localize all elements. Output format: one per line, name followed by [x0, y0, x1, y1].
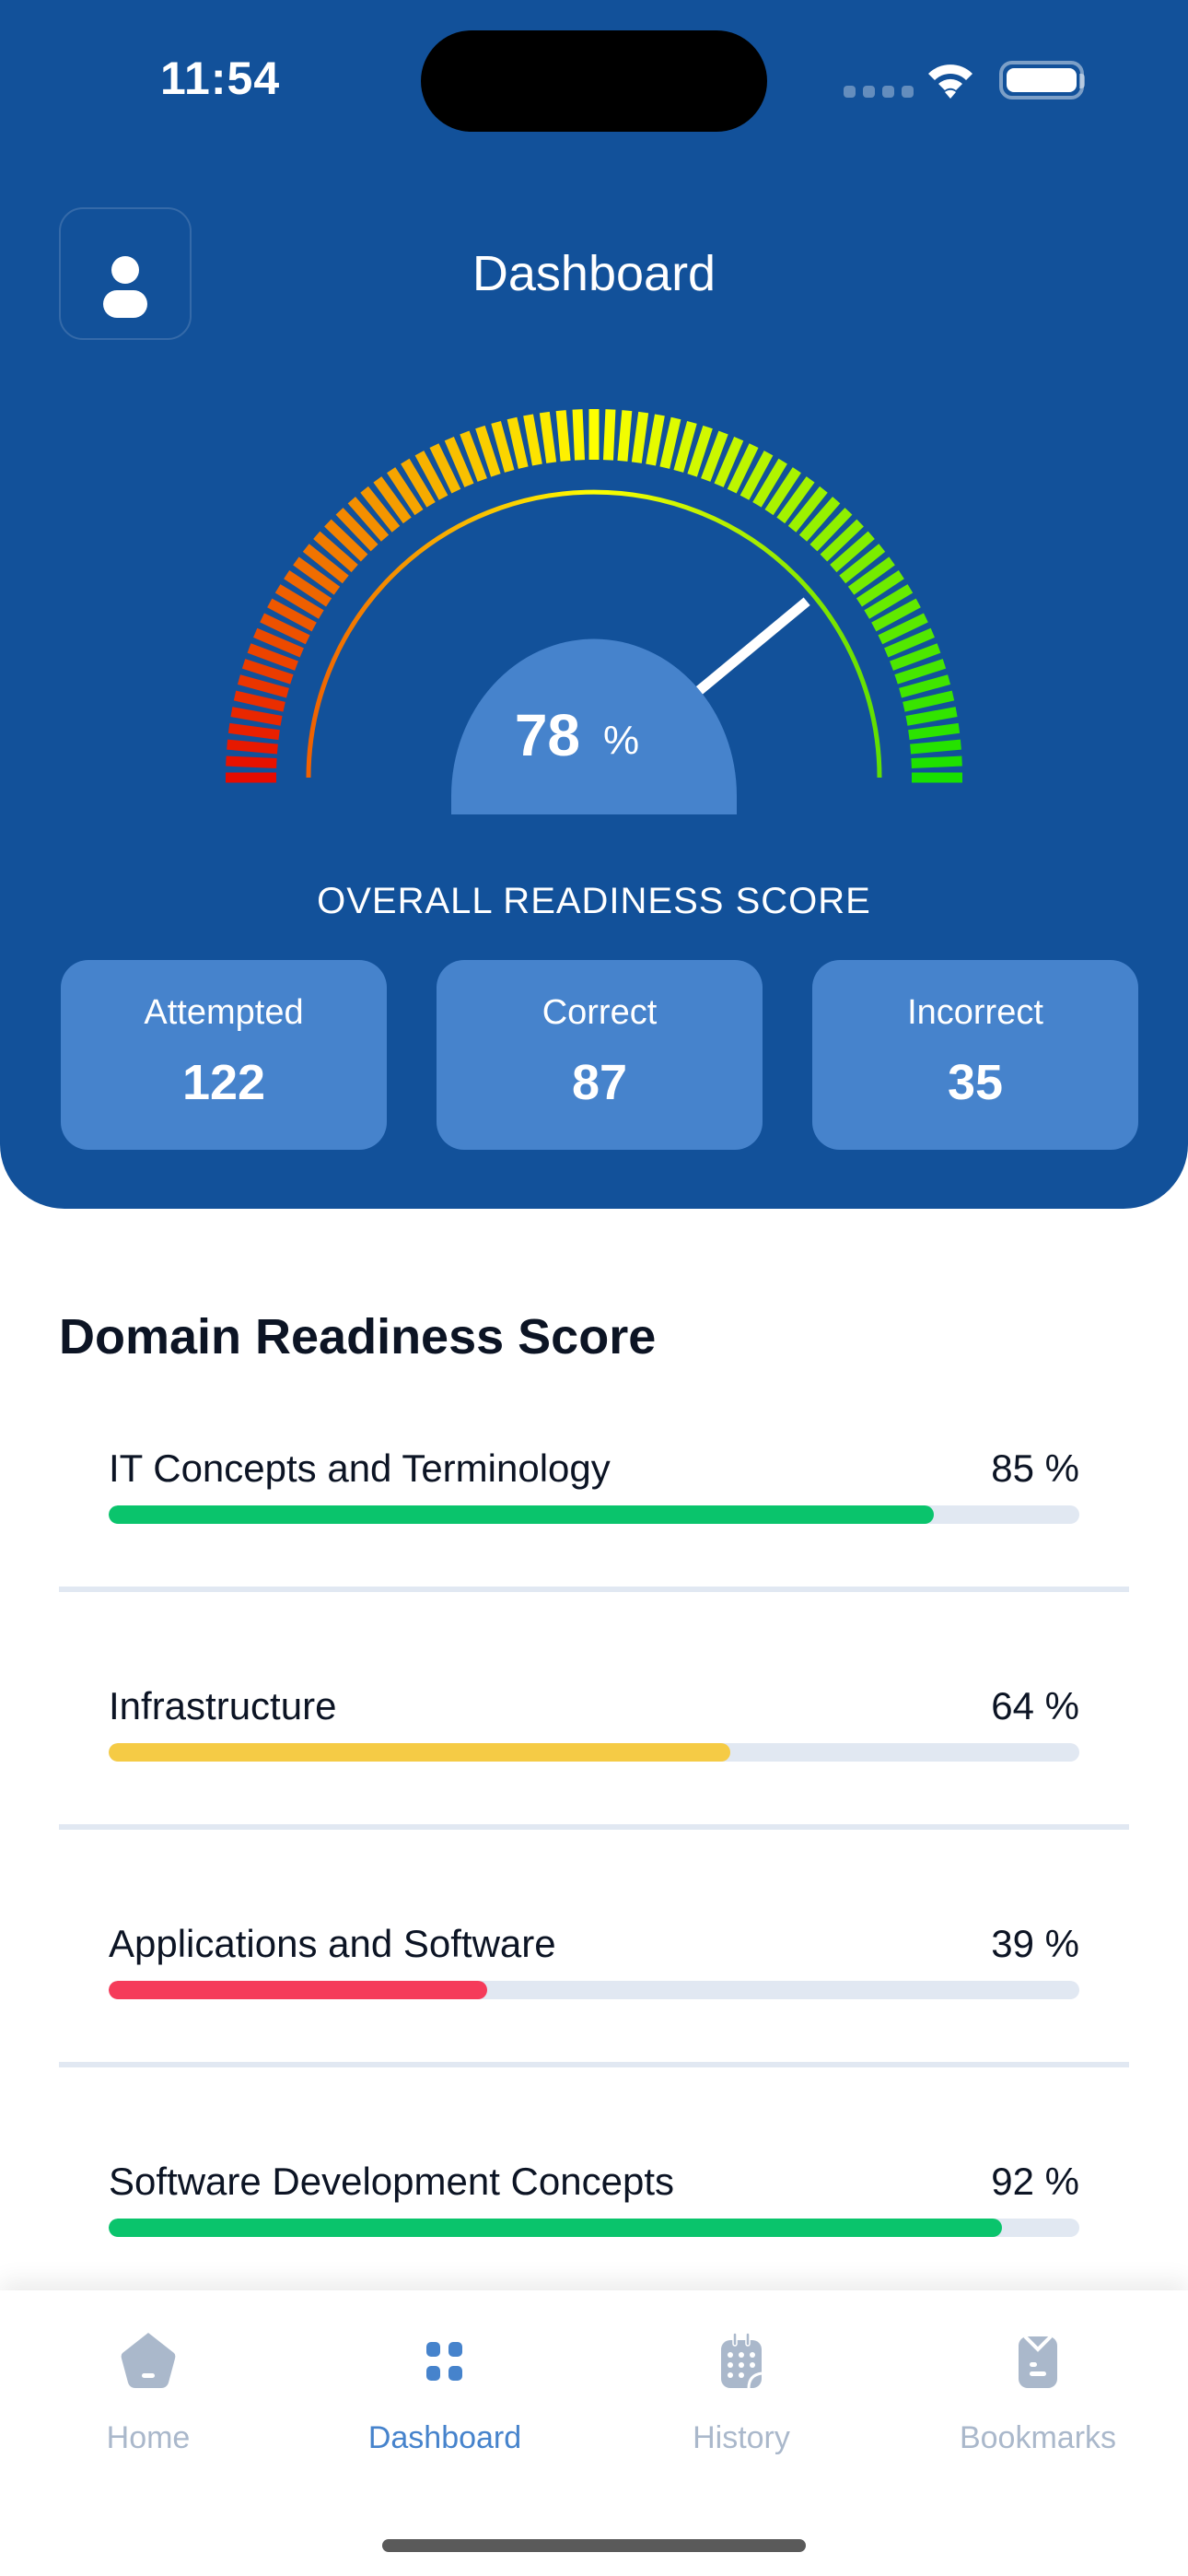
gauge-tick — [903, 690, 955, 712]
gauge-tick — [673, 420, 697, 473]
domain-name: Applications and Software — [109, 1922, 556, 1965]
stat-label: Correct — [542, 993, 658, 1032]
wifi-icon — [928, 64, 973, 99]
domain-percent: 39 % — [991, 1922, 1079, 1965]
stat-label: Attempted — [144, 993, 304, 1032]
gauge-tick — [646, 414, 665, 466]
gauge-tick — [572, 409, 586, 461]
divider — [59, 1824, 1129, 1830]
gauge-tick — [659, 416, 681, 469]
tab-history[interactable]: History — [593, 2327, 890, 2456]
gauge-tick — [539, 411, 557, 463]
gauge-tick — [602, 409, 616, 461]
progress-track — [109, 1743, 1079, 1762]
domain-row[interactable]: Applications and Software 39 % — [59, 1922, 1129, 2160]
tab-label: Home — [106, 2420, 191, 2455]
domain-name: Infrastructure — [109, 1684, 337, 1727]
tab-home[interactable]: Home — [0, 2327, 297, 2456]
gauge-tick — [226, 755, 277, 769]
battery-icon — [999, 61, 1084, 100]
bookmark-icon — [1019, 2335, 1057, 2388]
gauge-tick — [908, 722, 961, 741]
home-indicator — [382, 2539, 806, 2552]
gauge-tick — [237, 674, 289, 698]
gauge-tick — [631, 411, 649, 463]
domain-section-title: Domain Readiness Score — [59, 1309, 657, 1364]
stat-card-correct: Correct 87 — [437, 960, 763, 1150]
domain-percent: 92 % — [991, 2160, 1079, 2203]
tab-label: Bookmarks — [959, 2420, 1117, 2455]
stat-card-incorrect: Incorrect 35 — [812, 960, 1138, 1150]
gauge-tick — [523, 414, 542, 466]
progress-fill — [109, 1743, 730, 1762]
battery-cap — [1079, 74, 1085, 88]
gauge-tick — [911, 755, 962, 769]
domain-percent: 64 % — [991, 1684, 1079, 1727]
gauge-tick — [899, 674, 951, 698]
readiness-gauge: 78 % — [226, 409, 962, 814]
gauge-needle — [690, 597, 810, 699]
bottom-tab-bar: Home Dashboard History Bookmarks — [0, 2290, 1188, 2576]
gauge-score-unit: % — [603, 718, 639, 763]
gauge-score-value: 78 — [515, 702, 580, 768]
page-title: Dashboard — [472, 246, 716, 301]
progress-track — [109, 2219, 1079, 2237]
gauge-tick — [905, 707, 958, 726]
tab-bookmarks[interactable]: Bookmarks — [890, 2327, 1186, 2456]
divider — [59, 2062, 1129, 2067]
domain-name: Software Development Concepts — [109, 2160, 674, 2203]
tab-label: Dashboard — [367, 2420, 522, 2455]
dashboard-header-panel: 11:54 Dashboard 78 % OVERALL READINESS S… — [0, 0, 1188, 1209]
domain-percent: 85 % — [991, 1446, 1079, 1490]
stat-card-attempted: Attempted 122 — [61, 960, 387, 1150]
status-time: 11:54 — [160, 53, 281, 104]
progress-fill — [109, 1505, 934, 1524]
progress-track — [109, 1505, 1079, 1524]
progress-fill — [109, 1981, 488, 1999]
stat-label: Incorrect — [907, 993, 1043, 1032]
gauge-hub — [451, 638, 737, 814]
stat-value: 35 — [947, 1055, 1004, 1110]
gauge-tick — [555, 410, 571, 462]
gauge-tick — [230, 707, 283, 726]
gauge-tick — [227, 739, 278, 755]
gauge-tick — [910, 739, 961, 755]
home-icon — [121, 2333, 176, 2388]
stat-value: 122 — [181, 1055, 266, 1110]
domain-name: IT Concepts and Terminology — [109, 1446, 611, 1490]
cellular-signal-icon — [844, 86, 914, 98]
stat-value: 87 — [571, 1055, 628, 1110]
progress-track — [109, 1981, 1079, 1999]
domain-row[interactable]: IT Concepts and Terminology 85 % — [59, 1446, 1129, 1684]
gauge-tick — [507, 416, 529, 469]
progress-fill — [109, 2219, 1002, 2237]
dashboard-grid-icon — [426, 2342, 462, 2381]
dynamic-island — [421, 30, 767, 132]
domain-row[interactable]: Infrastructure 64 % — [59, 1684, 1129, 1922]
calendar-icon — [721, 2332, 763, 2389]
gauge-tick — [233, 690, 285, 712]
divider — [59, 1587, 1129, 1592]
tab-dashboard[interactable]: Dashboard — [297, 2327, 593, 2456]
overall-readiness-label: OVERALL READINESS SCORE — [317, 881, 871, 921]
gauge-tick — [227, 722, 280, 741]
tab-label: History — [693, 2420, 790, 2455]
gauge-tick — [617, 410, 633, 462]
gauge-tick — [491, 420, 515, 473]
